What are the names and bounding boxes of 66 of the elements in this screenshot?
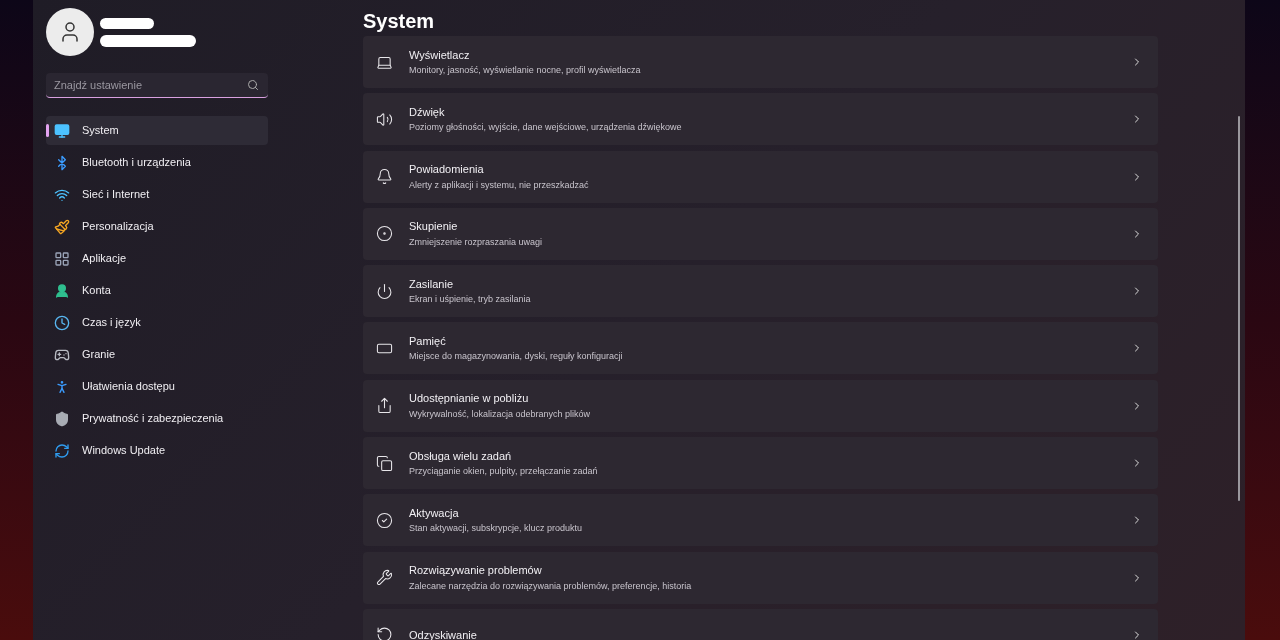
card-title: Pamięć bbox=[409, 334, 447, 349]
settings-card[interactable]: Powiadomienia Alerty z aplikacji i systemu, nie przeszkadzać bbox=[363, 150, 1158, 203]
card-title: Rozwiązywanie problemów bbox=[409, 563, 543, 579]
avatar[interactable] bbox=[46, 8, 94, 56]
card-title: Obsługa wielu zadań bbox=[409, 448, 513, 464]
settings-card[interactable]: Aktywacja Stan aktywacji, subskrypcje, klucz produktu bbox=[363, 494, 1158, 547]
settings-card[interactable]: Odzyskiwanie bbox=[363, 608, 1158, 640]
search-field[interactable]: Znajdź ustawienie bbox=[46, 73, 268, 98]
card-description: Wykrywalność, lokalizacja odebranych plików bbox=[409, 407, 591, 421]
clock-icon bbox=[54, 314, 70, 331]
card-description: Miejsce do magazynowania, dyski, reguły konfiguracji bbox=[409, 350, 624, 364]
shield-icon bbox=[54, 410, 70, 427]
page-title: System bbox=[363, 9, 436, 34]
settings-card[interactable]: Pamięć Miejsce do magazynowania, dyski, reguły konfiguracji bbox=[363, 322, 1158, 375]
sidebar-item[interactable]: Prywatność i zabezpieczenia bbox=[46, 404, 268, 433]
card-description: Zmniejszenie rozpraszania uwagi bbox=[409, 235, 544, 249]
sidebar-item[interactable]: Sieć i Internet bbox=[46, 180, 268, 209]
selection-indicator bbox=[46, 124, 49, 137]
card-title: Dźwięk bbox=[409, 104, 446, 120]
sidebar-item[interactable]: Konta bbox=[46, 276, 268, 305]
card-title: Powiadomienia bbox=[409, 162, 485, 178]
wrench-icon bbox=[376, 569, 393, 587]
card-description: Ekran i uśpienie, tryb zasilania bbox=[409, 293, 532, 307]
sidebar-item[interactable]: System bbox=[46, 116, 268, 145]
card-description: Alerty z aplikacji i systemu, nie przeszkadzać bbox=[409, 178, 590, 192]
search-icon bbox=[247, 79, 259, 91]
restore-icon bbox=[376, 626, 393, 640]
apps-grid-icon bbox=[54, 250, 70, 267]
settings-card[interactable]: Skupienie Zmniejszenie rozpraszania uwagi bbox=[363, 207, 1158, 260]
card-description: Poziomy głośności, wyjście, dane wejściowe, urządzenia dźwiękowe bbox=[409, 121, 683, 135]
speaker-icon bbox=[376, 110, 393, 128]
sidebar-item[interactable]: Windows Update bbox=[46, 436, 268, 465]
sidebar-item[interactable]: Personalizacja bbox=[46, 212, 268, 241]
card-title: Udostępnianie w pobliżu bbox=[409, 391, 530, 407]
sidebar-item[interactable]: Ułatwienia dostępu bbox=[46, 372, 268, 401]
sidebar-item[interactable]: Czas i język bbox=[46, 308, 268, 337]
focus-icon bbox=[376, 225, 393, 243]
card-title: Aktywacja bbox=[409, 505, 460, 521]
card-title: Zasilanie bbox=[409, 276, 455, 292]
bell-icon bbox=[376, 168, 393, 186]
settings-card[interactable]: Obsługa wielu zadań Przyciąganie okien, pulpity, przełączanie zadań bbox=[363, 437, 1158, 490]
card-description: Przyciąganie okien, pulpity, przełączanie zadań bbox=[409, 465, 599, 479]
share-icon bbox=[376, 397, 393, 415]
settings-card[interactable]: Udostępnianie w pobliżu Wykrywalność, lokalizacja odebranych plików bbox=[363, 379, 1158, 432]
person-icon bbox=[54, 282, 70, 299]
settings-card[interactable]: Dźwięk Poziomy głośności, wyjście, dane wejściowe, urządzenia dźwiękowe bbox=[363, 93, 1158, 146]
card-description: Monitory, jasność, wyświetlanie nocne, profil wyświetlacza bbox=[409, 64, 642, 77]
check-circle-icon bbox=[376, 511, 393, 529]
card-description: Zalecane narzędzia do rozwiązywania problemów, preferencje, historia bbox=[409, 579, 693, 593]
accessibility-icon bbox=[54, 378, 70, 395]
power-icon bbox=[376, 282, 393, 300]
card-title: Skupienie bbox=[409, 219, 459, 235]
settings-card[interactable]: Wyświetlacz Monitory, jasność, wyświetlanie nocne, profil wyświetlacza bbox=[363, 36, 1158, 88]
monitor-icon bbox=[54, 122, 70, 139]
sidebar-item[interactable]: Aplikacje bbox=[46, 244, 268, 273]
sidebar-item[interactable]: Granie bbox=[46, 340, 268, 369]
sidebar-item[interactable]: Bluetooth i urządzenia bbox=[46, 148, 268, 177]
card-description: Stan aktywacji, subskrypcje, klucz produktu bbox=[409, 522, 584, 536]
scrollbar[interactable] bbox=[1238, 116, 1240, 501]
redaction-bar bbox=[100, 17, 154, 29]
paintbrush-icon bbox=[54, 218, 70, 235]
card-title: Odzyskiwanie bbox=[409, 627, 478, 640]
settings-card[interactable]: Rozwiązywanie problemów Zalecane narzędzia do rozwiązywania problemów, preferencje, historia bbox=[363, 551, 1158, 604]
refresh-icon bbox=[54, 442, 70, 459]
settings-card[interactable]: Zasilanie Ekran i uśpienie, tryb zasilania bbox=[363, 265, 1158, 318]
card-title: Wyświetlacz bbox=[409, 47, 471, 63]
